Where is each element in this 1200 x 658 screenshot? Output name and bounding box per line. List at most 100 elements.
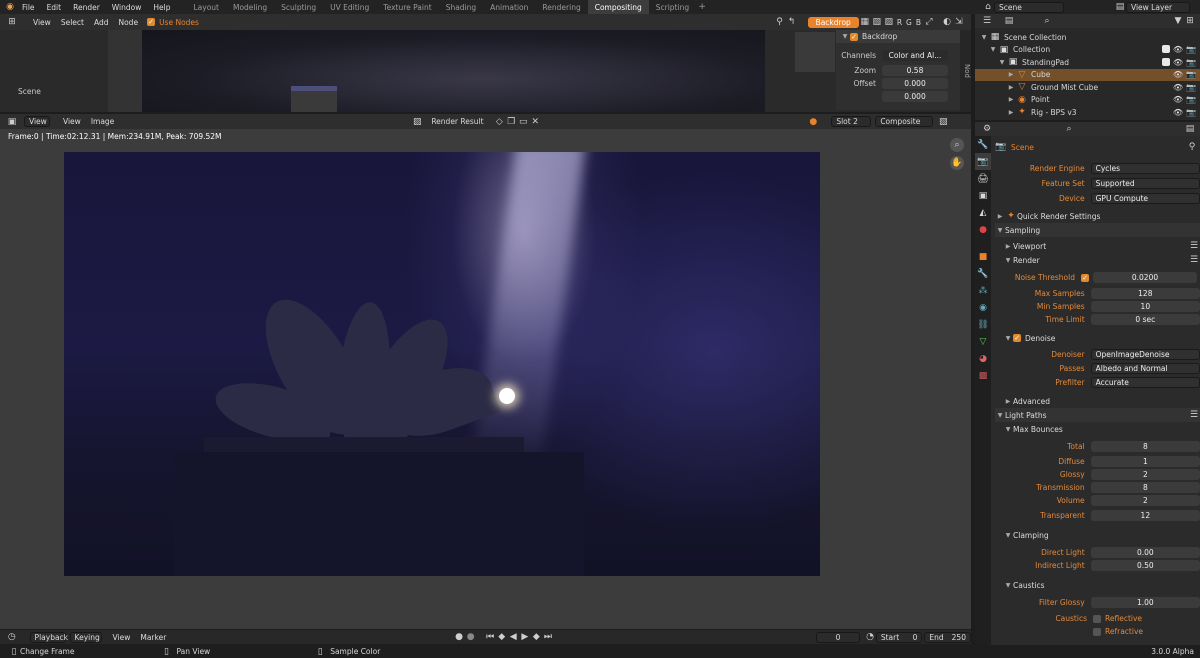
tab-scripting[interactable]: Scripting [649,0,696,14]
editor-type-icon[interactable]: ▣ [6,116,18,128]
add-workspace-icon[interactable]: + [696,1,708,13]
outliner-row[interactable]: ▼ ▦ Scene Collection [975,31,1200,44]
image-menu-image[interactable]: Image [86,117,120,126]
node-menu-node[interactable]: Node [113,18,143,27]
device-dropdown[interactable]: GPU Compute [1090,193,1200,204]
tab-object[interactable]: ■ [975,248,991,265]
noise-threshold-checkbox[interactable]: ✓ [1081,273,1089,282]
sidebar-tab-node[interactable]: Nod [960,30,971,112]
menu-window[interactable]: Window [106,3,148,12]
play-reverse-icon[interactable]: ◀ [507,631,519,643]
use-nodes-checkbox[interactable]: ✓ [147,18,156,26]
tab-texture-paint[interactable]: Texture Paint [376,0,438,14]
exclude-checkbox[interactable] [1161,45,1170,54]
scene-selector[interactable]: Scene [994,1,1064,13]
passes-dropdown[interactable]: Albedo and Normal [1090,363,1200,374]
indirect-light-field[interactable]: 0.50 [1090,560,1200,571]
node-menu-add[interactable]: Add [89,18,114,27]
reflective-checkbox[interactable] [1093,614,1101,623]
map-value-node[interactable] [291,86,337,112]
expand-icon[interactable]: ▶ [1006,84,1016,91]
min-samples-field[interactable]: 10 [1090,301,1200,312]
timeline-view-menu[interactable]: View [108,633,136,642]
record-icon[interactable]: ● [453,631,465,643]
list-icon[interactable]: ☰ [1188,240,1200,252]
offset-y-field[interactable]: 0.000 [882,91,948,102]
tab-output[interactable]: 🖨 [975,170,991,187]
parent-node-icon[interactable]: ↰ [786,16,798,28]
channels-dropdown[interactable]: Color and Al... [882,50,948,61]
end-frame-field[interactable]: End 250 [924,631,971,643]
layer-dropdown[interactable]: Composite [875,116,934,127]
backdrop-checkbox[interactable]: ✓ [850,32,858,41]
search-icon[interactable]: ⌕ [1041,15,1053,27]
stopwatch-icon[interactable]: ◔ [864,631,876,643]
offset-x-field[interactable]: 0.000 [882,78,948,89]
denoiser-dropdown[interactable]: OpenImageDenoise [1090,349,1200,360]
new-image-icon[interactable]: ❐ [505,116,517,128]
playback-menu[interactable]: Playback [29,631,68,643]
play-icon[interactable]: ▶ [519,631,531,643]
outliner-row[interactable]: ▶ ◉ Point 👁 📷 [975,94,1200,107]
denoise-subpanel[interactable]: ▼ ✓ Denoise [995,331,1200,345]
visibility-eye-icon[interactable]: 👁 [1173,83,1183,92]
blender-logo-icon[interactable]: ◉ [4,1,16,13]
tab-view-layer[interactable]: ▣ [975,187,991,204]
visibility-eye-icon[interactable]: 👁 [1173,95,1183,104]
max-samples-field[interactable]: 128 [1090,288,1200,299]
overlay-icon[interactable]: ◐ [941,16,953,28]
advanced-subpanel[interactable]: ▶ Advanced [995,394,1200,408]
hand-pan-icon[interactable]: ✋ [950,156,964,170]
prefilter-dropdown[interactable]: Accurate [1090,377,1200,388]
viewport-subpanel[interactable]: ▶ Viewport ☰ [995,239,1200,253]
outliner-row[interactable]: ▶ ✦ Rig - BPS v3 👁 📷 [975,106,1200,119]
feature-set-dropdown[interactable]: Supported [1090,178,1200,189]
node-menu-select[interactable]: Select [56,18,89,27]
view-layer-selector[interactable]: View Layer [1126,1,1190,13]
tab-animation[interactable]: Animation [483,0,535,14]
refractive-checkbox[interactable] [1093,627,1101,636]
pin-icon[interactable]: ⚲ [774,16,786,28]
render-layers-node[interactable] [108,30,142,112]
timeline-marker-menu[interactable]: Marker [135,633,171,642]
tab-layout[interactable]: Layout [186,0,226,14]
light-paths-panel[interactable]: ▼ Light Paths ☰ [995,408,1200,422]
auto-key-icon[interactable]: ● [465,631,477,643]
exclude-checkbox[interactable] [1161,57,1170,66]
denoise-checkbox[interactable]: ✓ [1013,334,1021,342]
tab-world[interactable]: ● [975,221,991,238]
tab-uv-editing[interactable]: UV Editing [323,0,376,14]
expand-icon[interactable]: ▼ [979,34,989,41]
image-editor[interactable]: ▣ View View Image ▨ Render Result ◇ ❐ ▭ … [0,114,971,629]
display-channels-icon[interactable]: ▧ [937,116,949,128]
menu-edit[interactable]: Edit [41,3,68,12]
outliner-editor-icon[interactable]: ☰ [981,15,993,27]
visibility-eye-icon[interactable]: 👁 [1173,45,1183,54]
pin-icon[interactable]: ⚲ [1186,141,1198,153]
outliner-row[interactable]: ▼ ▣ StandingPad 👁 📷 [975,56,1200,69]
display-mode-icon[interactable]: ▤ [1003,15,1015,27]
keying-menu[interactable]: Keying [69,631,102,643]
jump-start-icon[interactable]: ⏮ [484,631,496,643]
render-camera-icon[interactable]: 📷 [1186,95,1196,104]
clamping-subpanel[interactable]: ▼ Clamping [995,528,1200,542]
outliner-row[interactable]: ▶ ▽ Cube 👁 📷 [975,68,1200,81]
image-name-field[interactable]: Render Result [423,117,493,126]
outliner-row[interactable]: ▶ ▽ Ground Mist Cube 👁 📷 [975,81,1200,94]
sampling-panel[interactable]: ▼ Sampling [995,223,1200,237]
channel-b-button[interactable]: B [914,18,923,27]
search-icon[interactable]: ⌕ [1063,123,1075,135]
zoom-field[interactable]: 0.58 [882,65,948,76]
fit-backdrop-icon[interactable]: ⤢ [923,16,935,28]
list-icon[interactable]: ☰ [1188,409,1200,421]
snap-icon[interactable]: ⇲ [953,16,965,28]
quick-render-panel[interactable]: ▶ ✦ Quick Render Settings [995,209,1200,223]
expand-icon[interactable]: ▶ [1006,109,1016,116]
volume-field[interactable]: 2 [1090,495,1200,506]
visibility-eye-icon[interactable]: 👁 [1173,70,1183,79]
visibility-eye-icon[interactable]: 👁 [1173,58,1183,67]
tab-rendering[interactable]: Rendering [535,0,587,14]
menu-help[interactable]: Help [147,3,176,12]
properties-editor-icon[interactable]: ⚙ [981,123,993,135]
render-engine-dropdown[interactable]: Cycles [1090,163,1200,174]
